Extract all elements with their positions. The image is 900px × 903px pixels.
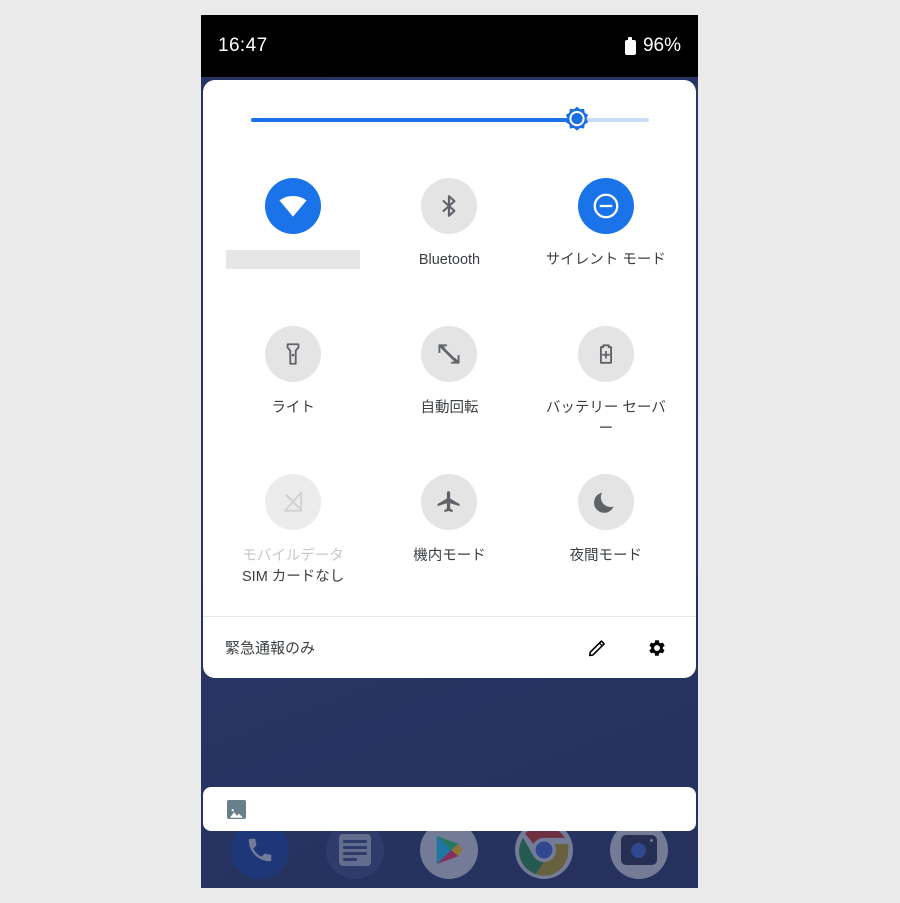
quick-settings-tile-grid: Bluetooth サイレント モード ライト 自動回転 バッテリー セーバー … (203, 158, 696, 616)
tile-flashlight-label: ライト (271, 400, 315, 416)
airplane-icon (421, 474, 478, 530)
flashlight-icon (265, 326, 322, 382)
notification-card[interactable] (203, 787, 696, 831)
tile-battery-saver-label: バッテリー セーバー (545, 400, 666, 437)
status-bar-right: 96% (624, 35, 681, 57)
tile-battery-saver[interactable]: バッテリー セーバー (528, 310, 684, 458)
do-not-disturb-icon (577, 178, 634, 234)
quick-settings-panel: Bluetooth サイレント モード ライト 自動回転 バッテリー セーバー … (203, 80, 696, 678)
brightness-row (203, 80, 696, 158)
moon-icon (577, 474, 634, 530)
image-icon (227, 799, 246, 819)
mobile-data-off-icon (265, 474, 322, 530)
tile-mobile-data[interactable]: モバイルデータ SIM カードなし (215, 458, 371, 606)
android-quick-settings-screen: 16:47 96% Bluetooth サイレント モード ライト 自動回転 バ… (0, 0, 900, 903)
tile-wifi[interactable] (215, 162, 371, 310)
tile-airplane-mode[interactable]: 機内モード (371, 458, 527, 606)
tile-wifi-label-placeholder (226, 250, 361, 269)
auto-rotate-icon (421, 326, 478, 382)
tile-mobile-data-sublabel: SIM カードなし (242, 569, 345, 585)
brightness-sun-icon[interactable] (562, 105, 592, 135)
tile-night-mode[interactable]: 夜間モード (528, 458, 684, 606)
tile-silent-mode[interactable]: サイレント モード (528, 162, 684, 310)
tile-silent-mode-label: サイレント モード (545, 252, 666, 268)
tile-auto-rotate-label: 自動回転 (420, 400, 479, 416)
wifi-icon (265, 178, 322, 234)
carrier-status-label: 緊急通報のみ (225, 640, 316, 657)
brightness-slider[interactable] (251, 106, 649, 131)
tile-night-mode-label: 夜間モード (569, 548, 643, 564)
quick-settings-footer: 緊急通報のみ (203, 616, 696, 678)
tile-bluetooth[interactable]: Bluetooth (371, 162, 527, 310)
status-bar: 16:47 96% (201, 15, 698, 77)
slider-fill (251, 118, 578, 122)
battery-saver-icon (577, 326, 634, 382)
battery-percent-label: 96% (642, 35, 681, 56)
phone-screen: 16:47 96% Bluetooth サイレント モード ライト 自動回転 バ… (201, 15, 698, 888)
battery-full-icon (624, 37, 636, 55)
tile-mobile-data-label: モバイルデータ (242, 548, 344, 564)
status-bar-clock: 16:47 (218, 35, 268, 56)
gear-icon[interactable] (640, 631, 674, 665)
tile-flashlight[interactable]: ライト (215, 310, 371, 458)
tile-bluetooth-label: Bluetooth (418, 252, 481, 268)
tile-airplane-mode-label: 機内モード (413, 548, 486, 564)
pencil-icon[interactable] (580, 631, 614, 665)
bluetooth-icon (421, 178, 478, 234)
tile-auto-rotate[interactable]: 自動回転 (371, 310, 527, 458)
